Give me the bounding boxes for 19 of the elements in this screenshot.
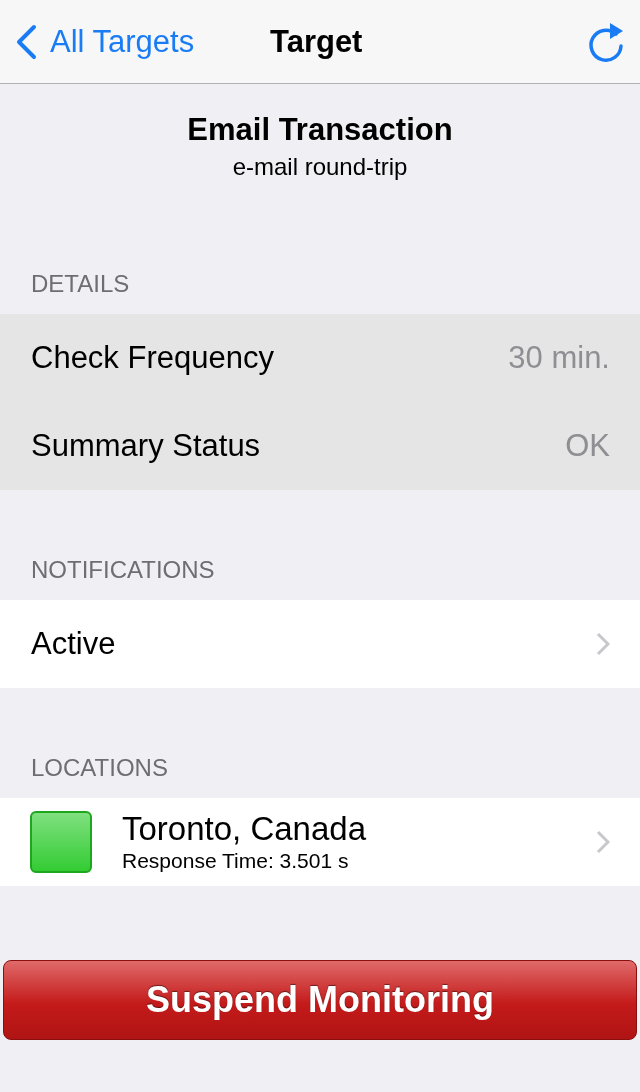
row-value: OK [565,428,610,464]
target-title: Email Transaction [187,112,453,148]
chevron-icon [596,830,610,854]
chevron-icon [596,632,610,656]
location-name: Toronto, Canada [122,810,366,848]
location-row[interactable]: Toronto, Canada Response Time: 3.501 s [0,798,640,886]
notification-row[interactable]: Active [0,600,640,688]
response-time: Response Time: 3.501 s [122,848,350,874]
target-subtitle: e-mail round-trip [232,152,408,182]
row-label: Active [31,626,116,662]
section-header: NOTIFICATIONS [31,556,215,584]
back-button[interactable]: All Targets [14,23,195,60]
section-header: LOCATIONS [31,754,168,782]
suspend-monitoring-button[interactable]: Suspend Monitoring [3,960,637,1040]
row-label: Check Frequency [31,340,274,376]
section-header: DETAILS [31,270,130,298]
row-value: 30 min. [508,340,610,376]
row-label: Summary Status [31,428,261,464]
navigation-title: Target [270,23,363,60]
